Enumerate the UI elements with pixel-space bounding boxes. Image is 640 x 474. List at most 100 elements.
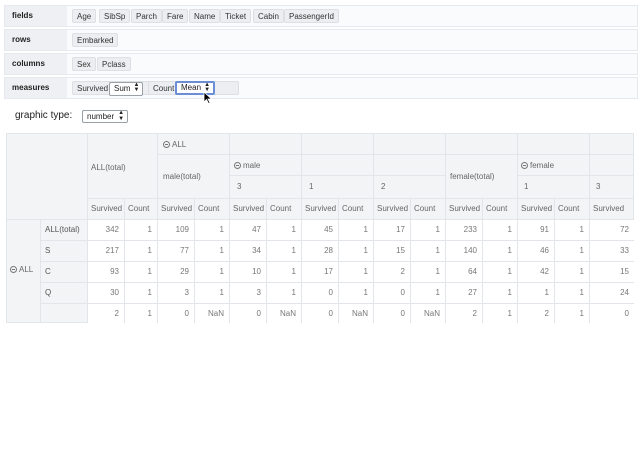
measure-header-survived: Survived [593,204,625,213]
mouse-cursor-icon [203,92,212,104]
data-cell: NaN [207,309,224,318]
measure-header-survived: Survived [233,204,265,213]
col-header-pclass-male-3: 3 [237,182,242,191]
data-cell: 46 [540,246,549,255]
data-cell: 3 [256,288,261,297]
measure-header-count: Count [198,204,220,213]
collapse-icon[interactable] [10,266,17,273]
data-cell: 1 [507,225,512,234]
data-cell: 1 [507,246,512,255]
row-header-all[interactable]: ALL [10,265,33,274]
graphic-type-label: graphic type: [15,110,73,121]
data-cell: 15 [620,267,629,276]
col-header-male-total: male(total) [163,172,201,181]
data-cell: 1 [435,288,440,297]
data-cell: 47 [252,225,261,234]
data-cell: 1 [507,309,512,318]
measure-header-survived: Survived [377,204,409,213]
row-label: Q [45,288,52,297]
data-cell: 2 [472,309,477,318]
field-chip-sibsp[interactable]: SibSp [99,9,131,23]
fields-row: fields Age SibSp Parch Fare Name Ticket … [4,5,638,27]
col-header-male[interactable]: male [234,161,260,170]
data-cell: 10 [252,267,261,276]
grid-line [517,175,634,176]
data-cell: 233 [463,225,477,234]
data-cell: 1 [219,288,224,297]
field-chip-passengerid[interactable]: PassengerId [284,9,339,23]
select-arrows-icon: ▲ ▼ [133,82,140,93]
data-cell: 17 [324,267,333,276]
row-label: C [45,267,51,276]
col-header-pclass-male-2: 2 [381,182,386,191]
rows-row: rows Embarked [4,29,638,51]
collapse-icon[interactable] [521,162,528,169]
col-header-all-total: ALL(total) [91,163,126,172]
data-cell: 1 [147,267,152,276]
measure-header-survived: Survived [91,204,123,213]
field-chip-name[interactable]: Name [189,9,221,23]
data-cell: 1 [363,288,368,297]
collapse-icon[interactable] [234,162,241,169]
data-cell: 28 [324,246,333,255]
data-cell: 1 [219,267,224,276]
grid-line [40,219,41,323]
data-cell: 34 [252,246,261,255]
row-label: S [45,246,51,255]
data-cell: 1 [363,246,368,255]
data-cell: 93 [110,267,119,276]
data-cell: 1 [291,225,296,234]
measure-header-count: Count [414,204,436,213]
data-cell: 2 [544,309,549,318]
data-cell: 1 [435,225,440,234]
col-header-pclass-female-3: 3 [596,182,601,191]
collapse-icon[interactable] [163,141,170,148]
data-cell: 0 [256,309,261,318]
data-cell: 1 [579,309,584,318]
field-chip-cabin[interactable]: Cabin [253,9,284,23]
data-cell: 1 [291,288,296,297]
measure-header-count: Count [486,204,508,213]
select-arrows-icon: ▲ ▼ [118,110,125,122]
fields-label: fields [5,6,67,26]
column-chip-sex[interactable]: Sex [72,57,96,71]
data-cell: 72 [620,225,629,234]
data-cell: 1 [507,267,512,276]
grid-line [40,282,634,283]
data-cell: 1 [579,288,584,297]
field-chip-parch[interactable]: Parch [131,9,162,23]
field-chip-fare[interactable]: Fare [162,9,189,23]
data-cell: 109 [175,225,189,234]
data-cell: 15 [396,246,405,255]
col-header-pclass-male-1: 1 [309,182,314,191]
measure-header-count: Count [558,204,580,213]
graphic-type-select[interactable]: number ▲ ▼ [82,110,129,123]
field-chip-ticket[interactable]: Ticket [220,9,252,23]
measure-count-agg-value: Mean [181,83,202,92]
data-cell: 2 [400,267,405,276]
graphic-type-value: number [87,112,115,121]
col-header-female[interactable]: female [521,161,554,170]
measure-header-count: Count [342,204,364,213]
data-cell: 17 [396,225,405,234]
rows-label: rows [5,30,67,50]
data-cell: 1 [219,225,224,234]
data-cell: 217 [105,246,119,255]
data-cell: 0 [328,288,333,297]
data-cell: NaN [423,309,440,318]
row-chip-embarked[interactable]: Embarked [72,33,119,47]
col-header-pclass-female-1: 1 [524,182,529,191]
data-cell: 1 [363,267,368,276]
measure-survived-agg-select[interactable]: Sum ▲ ▼ [109,82,144,96]
field-chip-age[interactable]: Age [72,9,97,23]
column-chip-pclass[interactable]: Pclass [97,57,131,71]
measure-survived-label: Survived [77,84,109,93]
data-cell: 1 [147,309,152,318]
measure-survived-agg-value: Sum [114,84,131,93]
col-header-all[interactable]: ALL [163,140,186,149]
measure-header-survived: Survived [305,204,337,213]
data-cell: 1 [579,225,584,234]
pivot-table: ALL ALL(total) male(total) male female(t… [6,133,634,323]
measure-header-survived: Survived [521,204,553,213]
measure-header-survived: Survived [449,204,481,213]
